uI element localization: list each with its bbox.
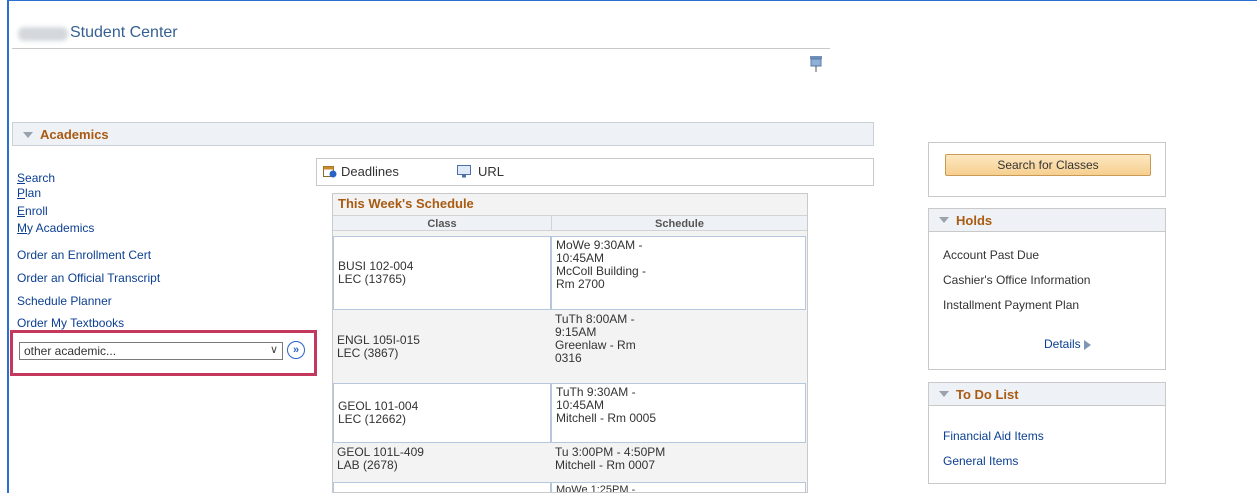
holds-panel: Holds Account Past Due Cashier's Office …	[928, 208, 1166, 370]
pin-icon[interactable]	[808, 55, 824, 73]
other-academic-select[interactable]: other academic... ∨	[19, 342, 283, 360]
deadlines-link[interactable]: Deadlines	[341, 164, 399, 179]
general-items-link[interactable]: General Items	[943, 454, 1018, 468]
blurred-student-name	[18, 27, 68, 41]
arrow-right-icon	[1083, 339, 1091, 350]
table-row-class: ENGL 105I-015 LEC (3867)	[337, 333, 420, 360]
collapse-triangle-icon[interactable]	[939, 391, 949, 397]
schedule-title: This Week's Schedule	[338, 196, 474, 211]
search-for-classes-button[interactable]: Search for Classes	[945, 154, 1151, 176]
table-row-class	[333, 482, 551, 492]
frame-border-left	[7, 0, 9, 493]
order-transcript-link[interactable]: Order an Official Transcript	[17, 271, 160, 285]
title-divider	[12, 48, 830, 49]
calendar-clock-icon	[323, 166, 337, 178]
table-row-schedule: Tu 3:00PM - 4:50PM Mitchell - Rm 0007	[555, 445, 666, 472]
hold-item: Account Past Due	[943, 248, 1040, 262]
nav-enroll-link[interactable]: Enroll	[17, 204, 48, 218]
weekly-schedule-table: This Week's Schedule Class Schedule BUSI…	[332, 193, 808, 493]
table-row-class: GEOL 101L-409 LAB (2678)	[337, 445, 424, 472]
academics-section-header[interactable]: Academics	[12, 122, 874, 146]
page-title: Student Center	[70, 24, 178, 41]
table-row-class: GEOL 101-004 LEC (12662)	[333, 383, 551, 443]
table-row-schedule: MoWe 1:25PM -	[551, 482, 806, 492]
column-header-class: Class	[333, 215, 551, 231]
financial-aid-items-link[interactable]: Financial Aid Items	[943, 429, 1044, 443]
nav-plan-link[interactable]: Plan	[17, 186, 41, 200]
holds-header[interactable]: Holds	[929, 209, 1165, 232]
holds-details-link[interactable]: Details	[1044, 337, 1091, 351]
url-link-icon	[457, 165, 471, 178]
todo-title: To Do List	[956, 387, 1019, 402]
academics-link-bar: Deadlines URL	[316, 158, 874, 186]
collapse-triangle-icon[interactable]	[939, 217, 949, 223]
url-link[interactable]: URL	[478, 164, 504, 179]
chevron-down-icon: ∨	[269, 344, 278, 356]
schedule-planner-link[interactable]: Schedule Planner	[17, 294, 112, 308]
table-row-schedule: TuTh 8:00AM - 9:15AM Greenlaw - Rm 0316	[555, 312, 636, 365]
table-row-schedule: TuTh 9:30AM - 10:45AM Mitchell - Rm 0005	[551, 383, 806, 443]
hold-item: Installment Payment Plan	[943, 298, 1080, 312]
collapse-triangle-icon[interactable]	[23, 132, 33, 138]
order-textbooks-link[interactable]: Order My Textbooks	[17, 316, 124, 330]
go-button[interactable]: »	[287, 341, 305, 359]
table-row-schedule: MoWe 9:30AM - 10:45AM McColl Building - …	[551, 236, 806, 310]
hold-item: Cashier's Office Information	[943, 273, 1091, 287]
nav-search-link[interactable]: Search	[17, 171, 55, 185]
todo-header[interactable]: To Do List	[929, 383, 1165, 406]
table-row-class: BUSI 102-004 LEC (13765)	[333, 236, 551, 310]
holds-title: Holds	[956, 213, 993, 228]
academics-title: Academics	[40, 127, 109, 142]
search-classes-panel: Search for Classes	[928, 142, 1166, 197]
order-enrollment-cert-link[interactable]: Order an Enrollment Cert	[17, 248, 151, 262]
frame-border-top	[7, 0, 1257, 1]
other-academic-select-value: other academic...	[24, 344, 117, 358]
column-header-schedule: Schedule	[551, 215, 807, 231]
todo-panel: To Do List Financial Aid Items General I…	[928, 382, 1166, 484]
nav-my-academics-link[interactable]: My Academics	[17, 221, 94, 235]
